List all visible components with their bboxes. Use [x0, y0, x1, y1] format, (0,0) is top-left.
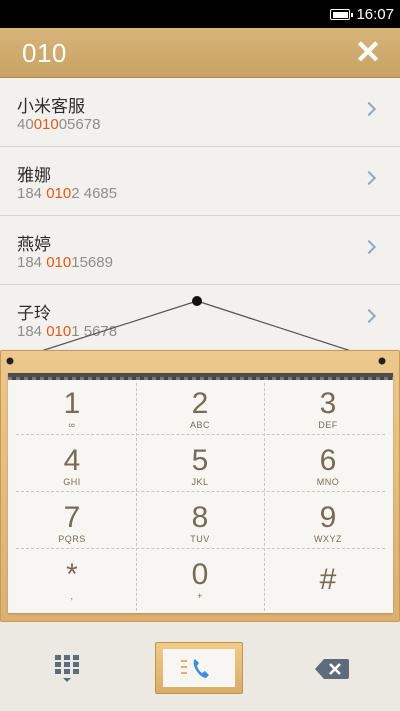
dial-key-8[interactable]: 8 TUV [136, 495, 264, 552]
dialpad: 1 ∞ 2 ABC 3 DEF 4 GHI 5 JKL 6 MNO 7 PQRS 8 TUV 9… [8, 373, 393, 613]
number-match-highlight: 010 [46, 254, 72, 271]
voicemail-icon: ∞ [68, 420, 76, 430]
dial-key-9[interactable]: 9 WXYZ [264, 495, 392, 552]
number-match-highlight: 010 [33, 116, 59, 133]
contact-result-row[interactable]: 子玲 184 0101 5678 [0, 285, 400, 354]
dial-key-2[interactable]: 2 ABC [136, 381, 264, 438]
number-match-highlight: 010 [46, 185, 72, 202]
contact-name: 雅娜 [17, 166, 51, 185]
dial-key-6[interactable]: 6 MNO [264, 438, 392, 495]
contact-name: 燕婷 [17, 235, 51, 254]
chevron-right-icon[interactable] [361, 170, 377, 186]
dialpad-board: 1 ∞ 2 ABC 3 DEF 4 GHI 5 JKL 6 MNO 7 PQRS 8 TUV 9… [0, 350, 400, 622]
contact-result-row[interactable]: 燕婷 184 01015689 [0, 216, 400, 285]
dial-key-star[interactable]: *, [8, 552, 136, 609]
chevron-right-icon[interactable] [361, 239, 377, 255]
chevron-right-icon[interactable] [361, 308, 377, 324]
call-button[interactable] [155, 642, 243, 694]
contact-name: 小米客服 [17, 97, 85, 116]
dial-key-1[interactable]: 1 ∞ [8, 381, 136, 438]
number-match-highlight: 010 [46, 323, 72, 340]
contact-number: 184 0102 4685 [17, 185, 118, 202]
dial-key-3[interactable]: 3 DEF [264, 381, 392, 438]
contact-number: 184 01015689 [17, 254, 113, 271]
contact-number: 184 0101 5678 [17, 323, 118, 340]
contact-result-row[interactable]: 小米客服 4001005678 [0, 78, 400, 147]
battery-icon [330, 9, 353, 20]
contact-results-list: 小米客服 4001005678 雅娜 184 0102 4685 燕婷 184 … [0, 78, 400, 354]
chevron-right-icon[interactable] [361, 101, 377, 117]
close-icon[interactable]: ✕ [350, 34, 386, 70]
status-bar: 16:07 [0, 0, 400, 28]
dial-key-5[interactable]: 5 JKL [136, 438, 264, 495]
contact-number: 4001005678 [17, 116, 101, 133]
backspace-icon[interactable] [312, 654, 352, 684]
dialed-number[interactable]: 010 [22, 38, 67, 69]
dial-key-7[interactable]: 7 PQRS [8, 495, 136, 552]
search-header: 010 ✕ [0, 28, 400, 78]
dial-key-4[interactable]: 4 GHI [8, 438, 136, 495]
dial-key-0[interactable]: 0 + [136, 552, 264, 609]
phone-icon [163, 649, 235, 687]
dial-key-hash[interactable]: # [264, 552, 392, 609]
contact-name: 子玲 [17, 304, 51, 323]
bottom-action-bar [0, 622, 400, 711]
status-time: 16:07 [356, 6, 394, 23]
contact-result-row[interactable]: 雅娜 184 0102 4685 [0, 147, 400, 216]
dialpad-icon[interactable] [50, 652, 84, 686]
